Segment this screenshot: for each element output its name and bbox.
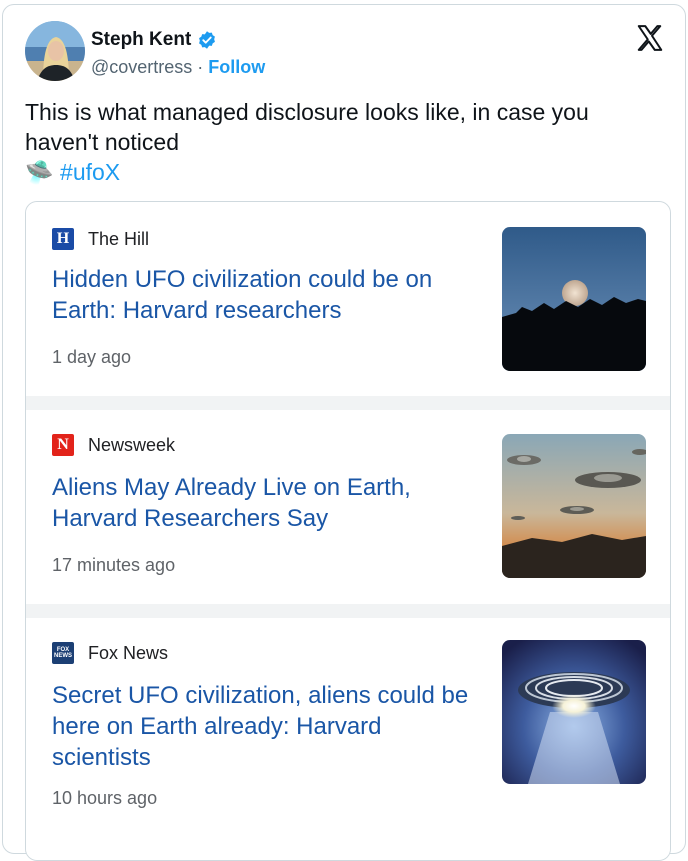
glowing-ufo-image[interactable]: [502, 640, 646, 784]
hashtag-link[interactable]: #ufoX: [60, 159, 120, 185]
news-source: FOX NEWS Fox News: [52, 642, 168, 664]
x-logo-icon[interactable]: [635, 23, 665, 53]
tweet-header: Steph Kent @covertress · Follow: [25, 21, 669, 85]
ufo-emoji-icon: 🛸: [25, 159, 54, 185]
news-source: N Newsweek: [52, 434, 175, 456]
tweet-body: This is what managed disclosure looks li…: [25, 99, 589, 155]
verified-badge-icon: [199, 31, 216, 49]
newsweek-logo-icon: N: [52, 434, 74, 456]
source-name: Newsweek: [88, 434, 176, 455]
news-headline[interactable]: Hidden UFO civilization could be on Eart…: [52, 264, 472, 326]
news-source: H The Hill: [52, 228, 149, 250]
tweet-card: Steph Kent @covertress · Follow This is …: [2, 4, 686, 861]
separator: ·: [192, 57, 209, 77]
fox-news-logo-text: FOX NEWS: [54, 647, 72, 659]
moon-over-hills-image[interactable]: [502, 227, 646, 371]
follow-button[interactable]: Follow: [208, 57, 265, 77]
author-handle[interactable]: @covertress: [91, 57, 192, 77]
news-story[interactable]: N Newsweek Aliens May Already Live on Ea…: [26, 410, 670, 604]
news-time: 1 day ago: [52, 347, 132, 367]
author-name[interactable]: Steph Kent: [91, 29, 191, 51]
news-card: H The Hill Hidden UFO civilization could…: [25, 201, 671, 861]
news-story[interactable]: H The Hill Hidden UFO civilization could…: [26, 202, 670, 396]
news-headline[interactable]: Secret UFO civilization, aliens could be…: [52, 680, 472, 773]
fox-news-logo-icon: FOX NEWS: [52, 642, 74, 664]
avatar[interactable]: [25, 21, 85, 81]
tweet-text: This is what managed disclosure looks li…: [25, 97, 665, 187]
the-hill-logo-icon: H: [52, 228, 74, 250]
flying-saucers-sunset-image[interactable]: [502, 434, 646, 578]
news-headline[interactable]: Aliens May Already Live on Earth, Harvar…: [52, 472, 472, 534]
handle-row: @covertress · Follow: [91, 57, 265, 78]
news-story[interactable]: FOX NEWS Fox News Secret UFO civilizatio…: [26, 618, 670, 860]
source-name: The Hill: [88, 228, 150, 249]
source-name: Fox News: [88, 642, 169, 663]
news-time: 17 minutes ago: [52, 555, 176, 575]
news-time: 10 hours ago: [52, 788, 158, 808]
